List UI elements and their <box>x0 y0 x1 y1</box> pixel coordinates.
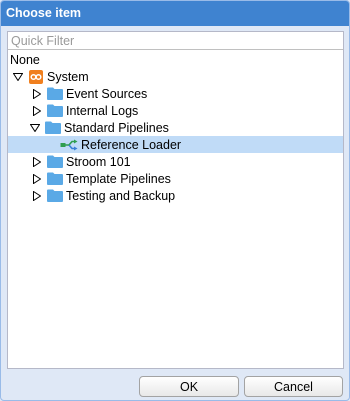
collapsed-arrow-icon[interactable] <box>32 173 42 184</box>
collapsed-arrow-icon[interactable] <box>32 88 42 99</box>
tree-item-reference-loader[interactable]: Reference Loader <box>8 136 343 153</box>
tree-item-label: Internal Logs <box>66 103 139 118</box>
collapsed-arrow-icon[interactable] <box>32 105 42 116</box>
folder-icon <box>47 155 63 169</box>
tree-item-testing-and-backup[interactable]: Testing and Backup <box>8 187 343 204</box>
tree-item-label: Event Sources <box>66 86 148 101</box>
tree-item-template-pipelines[interactable]: Template Pipelines <box>8 170 343 187</box>
dialog-title: Choose item <box>6 6 82 20</box>
folder-icon <box>47 104 63 118</box>
tree-item-standard-pipelines[interactable]: Standard Pipelines <box>8 119 343 136</box>
expanded-arrow-icon[interactable] <box>30 123 40 133</box>
collapsed-arrow-icon[interactable] <box>32 190 42 201</box>
pipeline-icon <box>60 138 78 152</box>
tree-item-label: Template Pipelines <box>66 171 171 186</box>
tree-panel: None System Event Sources <box>7 31 344 369</box>
folder-icon <box>47 189 63 203</box>
system-icon <box>28 69 44 84</box>
collapsed-arrow-icon[interactable] <box>32 156 42 167</box>
none-option[interactable]: None <box>10 53 40 67</box>
tree-item-internal-logs[interactable]: Internal Logs <box>8 102 343 119</box>
folder-icon <box>45 121 61 135</box>
tree-item-label: Stroom 101 <box>66 154 131 169</box>
folder-icon <box>47 87 63 101</box>
tree-item-event-sources[interactable]: Event Sources <box>8 85 343 102</box>
choose-item-dialog: Choose item None System Event Sources <box>0 0 350 401</box>
ok-button[interactable]: OK <box>139 376 239 397</box>
cancel-button[interactable]: Cancel <box>244 376 343 397</box>
tree-item-label: Reference Loader <box>81 137 182 152</box>
dialog-titlebar[interactable]: Choose item <box>1 1 349 26</box>
tree-item-label: Testing and Backup <box>66 188 176 203</box>
expanded-arrow-icon[interactable] <box>13 72 23 82</box>
folder-icon <box>47 172 63 186</box>
tree-item-system[interactable]: System <box>8 68 343 85</box>
tree-item-label: Standard Pipelines <box>64 120 169 135</box>
tree-item-label: System <box>47 69 89 84</box>
quick-filter-input[interactable] <box>8 32 343 50</box>
tree-item-stroom-101[interactable]: Stroom 101 <box>8 153 343 170</box>
